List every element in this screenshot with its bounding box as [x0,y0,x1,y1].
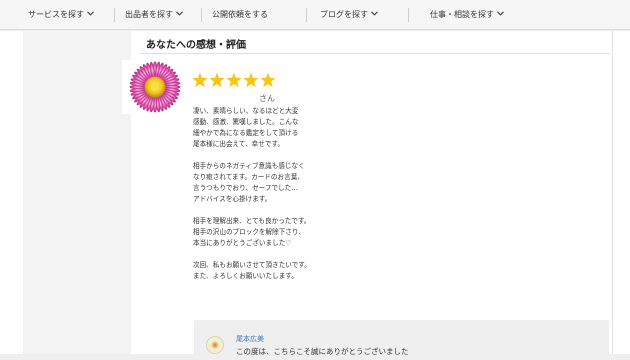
star-icon [243,72,259,88]
right-gutter [612,31,630,354]
review-line: 尾本様に出会えて、幸せです。 [193,140,284,148]
section-divider [140,53,610,54]
star-icon [192,72,208,88]
nav-divider [114,8,115,22]
star-icon [209,72,225,88]
seller-name-link[interactable]: 尾本広美 [236,334,264,344]
nav-find-sellers-label: 出品者を探す [125,10,173,19]
review-line: また、よろしくお願いいたします。 [193,272,298,280]
chevron-down-icon [87,11,94,16]
nav-find-services[interactable]: サービスを探す [28,0,94,30]
review-line: なり癒されてます。カードのお言葉、 [193,173,304,181]
review-paragraph-gap [193,249,393,260]
seller-avatar[interactable] [206,336,224,354]
nav-divider [201,8,202,22]
nav-divider [408,8,409,22]
top-navigation: サービスを探す 出品者を探す 公開依頼をする ブログを探す 仕事・相談を探す [0,0,630,30]
review-line: 本当にありがとうございました♡ [193,239,292,247]
left-gutter [0,31,23,354]
nav-find-blogs-label: ブログを探す [320,10,368,19]
review-line: 相手を理解出来、とても良かったです。 [193,217,311,225]
section-title: あなたへの感想・評価 [146,40,246,51]
nav-find-blogs[interactable]: ブログを探す [320,0,378,30]
review-paragraph-gap [193,205,393,216]
nav-post-request[interactable]: 公開依頼をする [212,0,268,30]
rating-stars [192,72,277,92]
review-line: 感動、感激、驚嘆しました。こんな [193,118,299,126]
review-text: 凄い、素晴らしい、なるほどと大変 感動、感激、驚嘆しました。こんな 細やかで為になる… [193,106,393,282]
review-line: 言うつもりでおり、セーフでした… [193,184,298,192]
review-line: 次回、私もお願いさせて頂きたいです。 [193,261,311,269]
chevron-down-icon [371,11,378,16]
nav-find-sellers[interactable]: 出品者を探す [125,0,183,30]
seller-reply-text: この度は、こちらこそ誠にありがとうございました [236,347,409,356]
chevron-down-icon [176,11,183,16]
reviewer-avatar[interactable] [122,60,188,114]
review-line: 細やかで為になる鑑定をして頂ける [193,129,299,137]
review-line: 凄い、素晴らしい、なるほどと大変 [193,107,299,115]
nav-post-request-label: 公開依頼をする [212,10,268,19]
review-line: 相手からのネガティブ意識も感じなく [193,162,305,170]
review-line: アドバイスを心掛けます。 [193,195,272,203]
left-sidebar [23,31,131,354]
star-icon [226,72,242,88]
review-paragraph-gap [193,150,393,161]
nav-divider [306,8,307,22]
nav-find-jobs[interactable]: 仕事・相談を探す [430,0,504,30]
star-icon [260,72,276,88]
nav-find-services-label: サービスを探す [28,10,84,19]
nav-find-jobs-label: 仕事・相談を探す [430,10,494,19]
review-line: 相手の沢山のブロックを解除下さり、 [193,228,305,236]
reviewer-name-suffix: さん [259,94,275,103]
chevron-down-icon [497,11,504,16]
